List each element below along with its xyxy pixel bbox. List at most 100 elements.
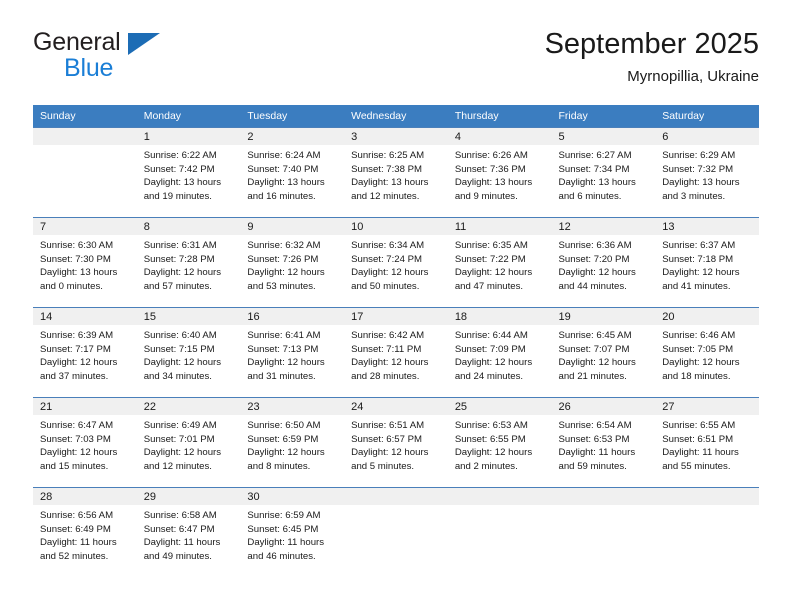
- calendar-day-cell[interactable]: 16 Sunrise: 6:41 AM Sunset: 7:13 PM Dayligh…: [240, 307, 345, 398]
- calendar-day-cell[interactable]: 26 Sunrise: 6:54 AM Sunset: 6:53 PM Dayligh…: [551, 397, 656, 488]
- day-cell-content: 2 Sunrise: 6:24 AM Sunset: 7:40 PM Daylight…: [240, 128, 345, 217]
- day-sunrise-text: Sunrise: 6:29 AM: [662, 150, 736, 161]
- calendar-day-cell[interactable]: 3 Sunrise: 6:25 AM Sunset: 7:38 PM Daylight…: [344, 127, 448, 218]
- day-cell-content: 26 Sunrise: 6:54 AM Sunset: 6:53 PM Dayligh…: [551, 398, 656, 487]
- day-sunrise-text: Sunrise: 6:50 AM: [247, 420, 321, 431]
- day-sun-details: [655, 505, 759, 509]
- day-daylight-line1-text: Daylight: 12 hours: [247, 357, 325, 368]
- calendar-day-cell[interactable]: 29 Sunrise: 6:58 AM Sunset: 6:47 PM Dayligh…: [136, 487, 241, 577]
- calendar-day-cell[interactable]: 22 Sunrise: 6:49 AM Sunset: 7:01 PM Dayligh…: [136, 397, 241, 488]
- day-sunset-text: Sunset: 6:47 PM: [143, 523, 215, 535]
- calendar-day-cell[interactable]: 6 Sunrise: 6:29 AM Sunset: 7:32 PM Daylight…: [655, 127, 759, 218]
- day-sun-details: Sunrise: 6:22 AM Sunset: 7:42 PM Daylight:…: [137, 145, 241, 203]
- calendar-day-cell[interactable]: 8 Sunrise: 6:31 AM Sunset: 7:28 PM Daylight…: [136, 217, 241, 308]
- day-number: 12: [551, 218, 656, 235]
- day-sunset-text: Sunset: 7:22 PM: [454, 253, 526, 265]
- day-cell-content: 5 Sunrise: 6:27 AM Sunset: 7:34 PM Daylight…: [551, 128, 656, 217]
- calendar-day-cell[interactable]: 24 Sunrise: 6:51 AM Sunset: 6:57 PM Dayligh…: [344, 397, 448, 488]
- day-cell-content: 19 Sunrise: 6:45 AM Sunset: 7:07 PM Dayligh…: [551, 308, 656, 397]
- calendar-day-cell[interactable]: 10 Sunrise: 6:34 AM Sunset: 7:24 PM Dayligh…: [344, 217, 448, 308]
- day-cell-content: 11 Sunrise: 6:35 AM Sunset: 7:22 PM Dayligh…: [447, 218, 552, 307]
- calendar-day-cell[interactable]: 20 Sunrise: 6:46 AM Sunset: 7:05 PM Dayligh…: [655, 307, 759, 398]
- day-sun-details: Sunrise: 6:53 AM Sunset: 6:55 PM Daylight:…: [448, 415, 552, 473]
- calendar-day-cell[interactable]: 7 Sunrise: 6:30 AM Sunset: 7:30 PM Daylight…: [33, 217, 137, 308]
- day-sunset-text: Sunset: 7:09 PM: [454, 343, 526, 355]
- calendar-day-cell[interactable]: 18 Sunrise: 6:44 AM Sunset: 7:09 PM Dayligh…: [447, 307, 552, 398]
- day-sunrise-text: Sunrise: 6:44 AM: [454, 330, 528, 341]
- day-cell-content: 20 Sunrise: 6:46 AM Sunset: 7:05 PM Dayligh…: [655, 308, 759, 397]
- calendar-day-cell[interactable]: 25 Sunrise: 6:53 AM Sunset: 6:55 PM Dayligh…: [447, 397, 552, 488]
- day-cell-content: [447, 488, 552, 577]
- calendar-grid: Sunday Monday Tuesday Wednesday Thursday…: [33, 105, 759, 577]
- calendar-day-cell[interactable]: 15 Sunrise: 6:40 AM Sunset: 7:15 PM Dayligh…: [136, 307, 241, 398]
- calendar-day-cell[interactable]: 4 Sunrise: 6:26 AM Sunset: 7:36 PM Daylight…: [447, 127, 552, 218]
- day-sunrise-text: Sunrise: 6:59 AM: [247, 510, 321, 521]
- day-daylight-line2-text: and 53 minutes.: [247, 280, 316, 292]
- day-sunset-text: Sunset: 6:57 PM: [351, 433, 423, 445]
- day-daylight-line1-text: Daylight: 13 hours: [454, 177, 533, 188]
- calendar-day-cell[interactable]: 23 Sunrise: 6:50 AM Sunset: 6:59 PM Dayligh…: [240, 397, 345, 488]
- day-daylight-line2-text: and 19 minutes.: [143, 190, 212, 202]
- day-cell-content: [551, 488, 656, 577]
- weekday-header-friday: Friday: [551, 105, 656, 128]
- day-daylight-line2-text: and 12 minutes.: [143, 460, 212, 472]
- calendar-day-cell[interactable]: [344, 487, 448, 577]
- calendar-day-cell[interactable]: 17 Sunrise: 6:42 AM Sunset: 7:11 PM Dayligh…: [344, 307, 448, 398]
- day-sunset-text: Sunset: 7:36 PM: [454, 163, 526, 175]
- calendar-day-cell[interactable]: [655, 487, 759, 577]
- calendar-day-cell[interactable]: [551, 487, 656, 577]
- day-number: 6: [655, 128, 759, 145]
- day-sun-details: Sunrise: 6:29 AM Sunset: 7:32 PM Daylight:…: [655, 145, 759, 203]
- day-daylight-line2-text: and 8 minutes.: [247, 460, 311, 472]
- day-sunrise-text: Sunrise: 6:46 AM: [662, 330, 736, 341]
- day-sun-details: Sunrise: 6:39 AM Sunset: 7:17 PM Daylight:…: [33, 325, 137, 383]
- day-number: 29: [136, 488, 241, 505]
- day-number: 15: [136, 308, 241, 325]
- day-number: 16: [240, 308, 345, 325]
- calendar-day-cell[interactable]: 13 Sunrise: 6:37 AM Sunset: 7:18 PM Dayligh…: [655, 217, 759, 308]
- day-daylight-line1-text: Daylight: 12 hours: [40, 357, 118, 368]
- day-daylight-line1-text: Daylight: 12 hours: [143, 357, 222, 368]
- day-number: 17: [344, 308, 448, 325]
- generalblue-logo[interactable]: General Blue: [33, 28, 263, 90]
- day-sunset-text: Sunset: 6:55 PM: [454, 433, 526, 445]
- calendar-day-cell[interactable]: 19 Sunrise: 6:45 AM Sunset: 7:07 PM Dayligh…: [551, 307, 656, 398]
- day-sunset-text: Sunset: 7:30 PM: [40, 253, 111, 265]
- day-daylight-line2-text: and 34 minutes.: [143, 370, 212, 382]
- day-number: 4: [447, 128, 552, 145]
- day-daylight-line1-text: Daylight: 12 hours: [558, 357, 636, 368]
- day-number: 27: [655, 398, 759, 415]
- day-cell-content: 28 Sunrise: 6:56 AM Sunset: 6:49 PM Dayligh…: [33, 488, 137, 577]
- calendar-day-cell[interactable]: 2 Sunrise: 6:24 AM Sunset: 7:40 PM Daylight…: [240, 127, 345, 218]
- calendar-day-cell[interactable]: 5 Sunrise: 6:27 AM Sunset: 7:34 PM Daylight…: [551, 127, 656, 218]
- calendar-day-cell[interactable]: 11 Sunrise: 6:35 AM Sunset: 7:22 PM Dayligh…: [447, 217, 552, 308]
- day-daylight-line1-text: Daylight: 12 hours: [351, 357, 429, 368]
- calendar-day-cell[interactable]: 14 Sunrise: 6:39 AM Sunset: 7:17 PM Dayligh…: [33, 307, 137, 398]
- day-sunset-text: Sunset: 7:28 PM: [143, 253, 215, 265]
- day-sunset-text: Sunset: 7:15 PM: [143, 343, 215, 355]
- page-subtitle-location: Myrnopillia, Ukraine: [627, 68, 759, 85]
- weekday-header-row: Sunday Monday Tuesday Wednesday Thursday…: [33, 105, 759, 128]
- calendar-day-cell[interactable]: 9 Sunrise: 6:32 AM Sunset: 7:26 PM Daylight…: [240, 217, 345, 308]
- day-sunrise-text: Sunrise: 6:34 AM: [351, 240, 425, 251]
- calendar-day-cell[interactable]: 21 Sunrise: 6:47 AM Sunset: 7:03 PM Dayligh…: [33, 397, 137, 488]
- day-sun-details: Sunrise: 6:47 AM Sunset: 7:03 PM Daylight:…: [33, 415, 137, 473]
- calendar-day-cell[interactable]: [447, 487, 552, 577]
- calendar-day-cell[interactable]: 28 Sunrise: 6:56 AM Sunset: 6:49 PM Dayligh…: [33, 487, 137, 577]
- day-number: 5: [551, 128, 656, 145]
- calendar-day-cell[interactable]: 12 Sunrise: 6:36 AM Sunset: 7:20 PM Dayligh…: [551, 217, 656, 308]
- day-daylight-line1-text: Daylight: 12 hours: [247, 447, 325, 458]
- day-sunrise-text: Sunrise: 6:39 AM: [40, 330, 114, 341]
- day-sunrise-text: Sunrise: 6:40 AM: [143, 330, 217, 341]
- calendar-day-cell[interactable]: 1 Sunrise: 6:22 AM Sunset: 7:42 PM Daylight…: [136, 127, 241, 218]
- day-sunrise-text: Sunrise: 6:30 AM: [40, 240, 114, 251]
- day-cell-content: 1 Sunrise: 6:22 AM Sunset: 7:42 PM Daylight…: [136, 128, 241, 217]
- day-daylight-line2-text: and 52 minutes.: [40, 550, 109, 562]
- day-cell-content: 27 Sunrise: 6:55 AM Sunset: 6:51 PM Dayligh…: [655, 398, 759, 487]
- day-sunrise-text: Sunrise: 6:58 AM: [143, 510, 217, 521]
- day-number: 21: [33, 398, 137, 415]
- calendar-day-cell[interactable]: [33, 127, 137, 218]
- day-sunset-text: Sunset: 7:40 PM: [247, 163, 319, 175]
- calendar-day-cell[interactable]: 30 Sunrise: 6:59 AM Sunset: 6:45 PM Dayligh…: [240, 487, 345, 577]
- calendar-day-cell[interactable]: 27 Sunrise: 6:55 AM Sunset: 6:51 PM Dayligh…: [655, 397, 759, 488]
